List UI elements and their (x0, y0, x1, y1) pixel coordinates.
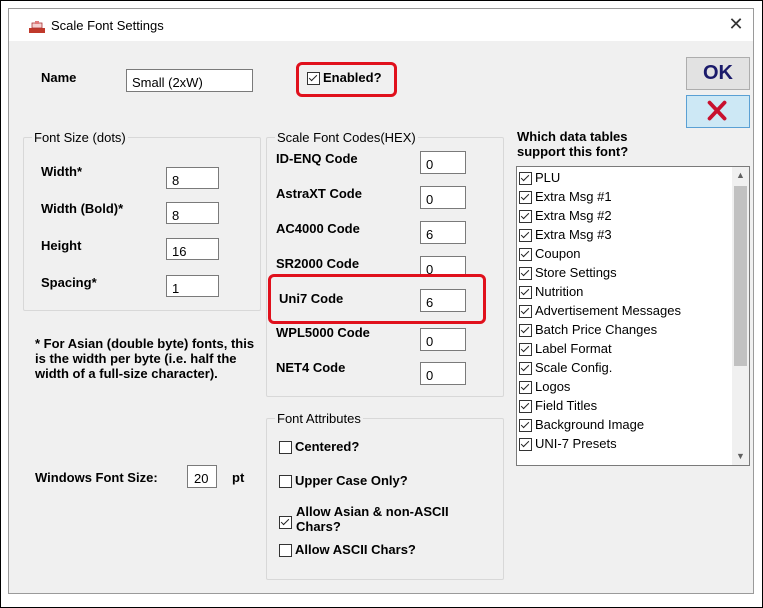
checkbox-icon (519, 229, 532, 243)
list-item[interactable]: Store Settings (519, 263, 617, 282)
windows-font-size-input[interactable]: 20 (187, 465, 217, 488)
data-tables-heading: Which data tables support this font? (517, 129, 628, 159)
listbox-scrollbar[interactable]: ▲ ▼ (732, 167, 749, 465)
checkbox-icon (519, 381, 532, 395)
centered-label: Centered? (295, 439, 360, 454)
data-tables-heading-line2: support this font? (517, 144, 629, 159)
astraxt-code-label: AstraXT Code (276, 186, 362, 201)
width-input[interactable]: 8 (166, 167, 219, 189)
list-item[interactable]: PLU (519, 168, 560, 187)
checkbox-icon (519, 324, 532, 338)
scroll-down-icon[interactable]: ▼ (732, 448, 749, 465)
width-label: Width* (41, 164, 83, 179)
checkbox-icon (519, 191, 532, 205)
asian-font-footnote: * For Asian (double byte) fonts, this is… (35, 336, 255, 381)
window-title: Scale Font Settings (51, 18, 164, 33)
scale-font-codes-title: Scale Font Codes(HEX) (275, 130, 418, 145)
upper-case-checkbox[interactable]: Upper Case Only? (279, 473, 408, 489)
checkbox-icon (519, 419, 532, 433)
list-item[interactable]: Coupon (519, 244, 581, 263)
list-item[interactable]: Scale Config. (519, 358, 612, 377)
ok-button[interactable]: OK (686, 57, 750, 90)
id-enq-code-input[interactable]: 0 (420, 151, 466, 174)
close-icon[interactable]: ✕ (723, 14, 749, 36)
height-label: Height (41, 238, 82, 253)
allow-asian-label-line1: Allow Asian & non-ASCII (296, 504, 449, 519)
sr2000-code-label: SR2000 Code (276, 256, 360, 271)
enabled-label: Enabled? (323, 70, 382, 85)
windows-font-size-label: Windows Font Size: (35, 470, 158, 485)
checkbox-icon (279, 516, 292, 529)
list-item[interactable]: Label Format (519, 339, 612, 358)
checkbox-icon (519, 172, 532, 186)
list-item[interactable]: Extra Msg #3 (519, 225, 612, 244)
allow-asian-label-line2: Chars? (296, 519, 341, 534)
allow-ascii-checkbox[interactable]: Allow ASCII Chars? (279, 542, 416, 558)
ac4000-code-label: AC4000 Code (276, 221, 360, 236)
width-bold-input[interactable]: 8 (166, 202, 219, 224)
name-input[interactable]: Small (2xW) (126, 69, 253, 92)
list-item[interactable]: Extra Msg #2 (519, 206, 612, 225)
net4-code-label: NET4 Code (276, 360, 346, 375)
wpl5000-code-input[interactable]: 0 (420, 328, 466, 351)
list-item[interactable]: Extra Msg #1 (519, 187, 612, 206)
ac4000-code-input[interactable]: 6 (420, 221, 466, 244)
checkbox-icon (519, 267, 532, 281)
checkbox-icon (519, 248, 532, 262)
uni7-code-input[interactable]: 6 (420, 289, 466, 312)
astraxt-code-input[interactable]: 0 (420, 186, 466, 209)
checkbox-icon (519, 400, 532, 414)
height-input[interactable]: 16 (166, 238, 219, 260)
checkbox-icon (519, 362, 532, 376)
id-enq-code-label: ID-ENQ Code (276, 151, 358, 166)
uni7-code-label: Uni7 Code (279, 291, 344, 306)
scroll-up-icon[interactable]: ▲ (732, 167, 749, 184)
list-item[interactable]: Background Image (519, 415, 644, 434)
spacing-input[interactable]: 1 (166, 275, 219, 297)
checkbox-icon (519, 305, 532, 319)
checkbox-icon (279, 544, 292, 558)
red-x-icon (707, 100, 727, 121)
list-item[interactable]: Field Titles (519, 396, 597, 415)
net4-code-input[interactable]: 0 (420, 362, 466, 385)
checkbox-icon (519, 286, 532, 300)
data-tables-listbox[interactable]: PLU Extra Msg #1 Extra Msg #2 Extra Msg … (516, 166, 750, 466)
sr2000-code-input[interactable]: 0 (420, 256, 466, 276)
app-icon (29, 21, 45, 33)
checkbox-icon (519, 343, 532, 357)
scrollbar-thumb[interactable] (734, 186, 747, 366)
checkbox-icon (279, 441, 292, 455)
font-size-group-title: Font Size (dots) (32, 130, 128, 145)
upper-case-label: Upper Case Only? (295, 473, 408, 488)
list-item[interactable]: Logos (519, 377, 570, 396)
checkbox-icon (519, 210, 532, 224)
checkbox-icon (519, 438, 532, 452)
checkbox-icon (279, 475, 292, 489)
name-label: Name (41, 70, 77, 85)
list-item[interactable]: Advertisement Messages (519, 301, 681, 320)
checkbox-icon (307, 72, 320, 86)
list-item[interactable]: Nutrition (519, 282, 583, 301)
data-tables-heading-line1: Which data tables (517, 129, 628, 144)
wpl5000-code-label: WPL5000 Code (276, 325, 370, 340)
allow-ascii-label: Allow ASCII Chars? (295, 542, 416, 557)
pt-unit-label: pt (232, 470, 245, 485)
enabled-checkbox[interactable]: Enabled? (307, 70, 382, 86)
width-bold-label: Width (Bold)* (41, 201, 124, 216)
list-item[interactable]: Batch Price Changes (519, 320, 657, 339)
title-bar: Scale Font Settings ✕ (9, 9, 753, 41)
font-attributes-title: Font Attributes (275, 411, 363, 426)
cancel-button[interactable] (686, 95, 750, 128)
centered-checkbox[interactable]: Centered? (279, 439, 360, 455)
list-item[interactable]: UNI-7 Presets (519, 434, 617, 453)
spacing-label: Spacing* (41, 275, 97, 290)
